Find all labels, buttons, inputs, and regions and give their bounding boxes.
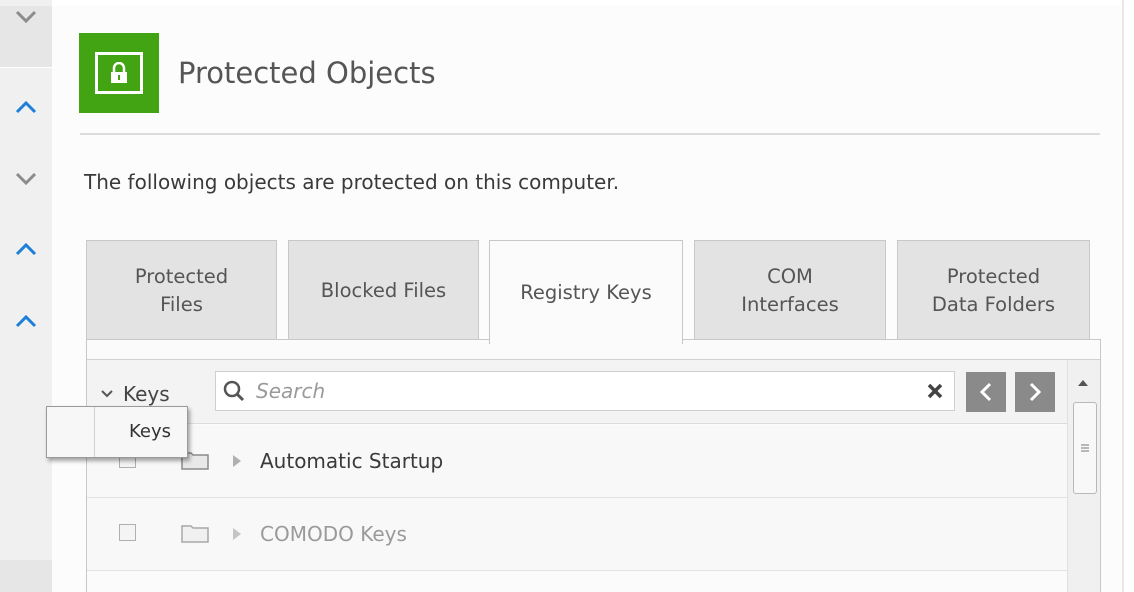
tab-label-line: Data Folders (931, 292, 1056, 316)
list-item[interactable]: Automatic Startup (87, 425, 1067, 498)
tab-com-interfaces[interactable]: COM Interfaces (694, 240, 886, 340)
clear-search-button[interactable] (924, 380, 946, 402)
chevron-up-icon (15, 242, 37, 256)
tab-content-panel: Keys Search Automatic Startup COMODO Key… (86, 339, 1101, 592)
page-title: Protected Objects (178, 56, 436, 90)
chevron-down-icon (15, 10, 37, 23)
list-item[interactable]: COMODO Keys (87, 498, 1067, 571)
vertical-scrollbar[interactable] (1067, 360, 1100, 592)
row-checkbox[interactable] (119, 524, 136, 541)
tab-label-line: Protected (946, 264, 1041, 288)
search-input[interactable] (256, 377, 916, 405)
tab-label-line: COM (767, 264, 813, 288)
sidebar-item-2[interactable] (0, 76, 52, 138)
expand-arrow-icon[interactable] (232, 453, 242, 472)
tab-protected-data-folders[interactable]: Protected Data Folders (897, 240, 1090, 340)
tab-protected-files[interactable]: Protected Files (86, 240, 277, 340)
sidebar-footer (0, 560, 52, 592)
chevron-right-icon (1029, 382, 1042, 402)
main-panel: Protected Objects The following objects … (52, 6, 1122, 592)
chevron-up-icon (15, 314, 37, 328)
chevron-up-icon (15, 100, 37, 114)
row-label: COMODO Keys (260, 522, 407, 546)
page-description: The following objects are protected on t… (84, 170, 620, 194)
tab-label-line: Protected (134, 264, 229, 288)
filter-dropdown[interactable]: Keys (101, 382, 170, 406)
next-button[interactable] (1015, 372, 1055, 412)
sidebar-item-1[interactable] (0, 6, 52, 68)
folder-icon (181, 523, 209, 547)
tab-blocked-files[interactable]: Blocked Files (288, 240, 479, 340)
right-edge (1122, 0, 1134, 592)
tab-label-line: Blocked Files (320, 278, 447, 302)
menu-item-keys[interactable]: Keys (129, 421, 171, 442)
filter-dropdown-label: Keys (123, 382, 170, 406)
search-box (215, 371, 955, 411)
sidebar-item-4[interactable] (0, 214, 52, 284)
grip-icon (1081, 444, 1089, 452)
sidebar-item-3[interactable] (0, 144, 52, 214)
tab-label-line: Interfaces (741, 292, 839, 316)
tab-label-line: Files (160, 292, 203, 316)
sidebar-item-5[interactable] (0, 286, 52, 356)
row-label: Automatic Startup (260, 449, 444, 473)
tab-registry-keys[interactable]: Registry Keys (489, 240, 683, 344)
tab-label-line: Registry Keys (520, 280, 652, 304)
search-icon (222, 379, 246, 407)
lock-icon (111, 62, 127, 83)
close-icon (927, 383, 943, 399)
filter-dropdown-menu: Keys (46, 406, 188, 458)
chevron-down-icon (101, 390, 113, 398)
list-toolbar: Keys (87, 360, 1067, 424)
left-sidebar (0, 0, 52, 592)
expand-arrow-icon[interactable] (232, 526, 242, 545)
header-icon-tile (79, 33, 159, 113)
menu-check-column (47, 407, 95, 457)
chevron-down-icon (15, 172, 37, 186)
previous-button[interactable] (966, 372, 1006, 412)
scrollbar-thumb[interactable] (1073, 402, 1097, 494)
title-divider (80, 133, 1100, 135)
scroll-up-arrow-icon[interactable] (1077, 372, 1089, 391)
chevron-left-icon (979, 382, 992, 402)
